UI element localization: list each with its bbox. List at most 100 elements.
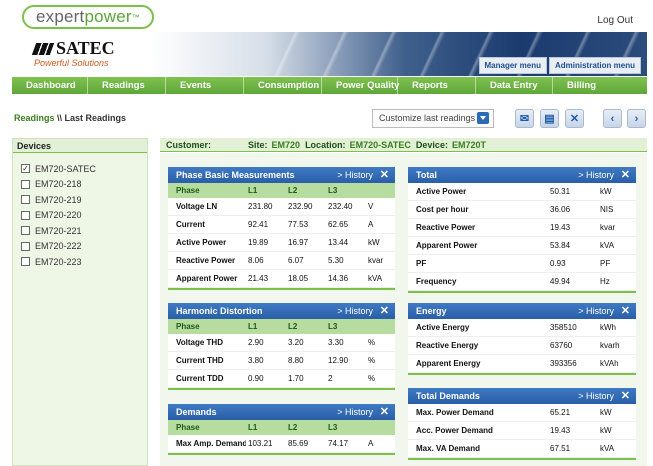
site-label: Site: <box>248 140 268 150</box>
device-item[interactable]: EM720-223 <box>13 254 147 270</box>
device-item[interactable]: ✓ EM720-SATEC <box>13 161 147 177</box>
chevron-left-icon: ‹ <box>610 112 615 125</box>
expertpower-logo[interactable]: expert power ™ <box>22 5 154 29</box>
close-icon[interactable]: ✕ <box>380 404 389 420</box>
column-header: Phase <box>176 186 200 195</box>
panel-title: Phase Basic Measurements <box>176 170 295 180</box>
column-header: L3 <box>328 322 338 331</box>
row-label: Cost per hour <box>416 205 469 214</box>
row-value: 12.90 <box>328 356 349 365</box>
row-label: Apparent Energy <box>416 359 481 368</box>
nav-billing[interactable]: Billing <box>553 77 647 94</box>
manager-menu-tab[interactable]: Manager menu <box>478 57 547 74</box>
column-header-row: Phase L1 L2 L3 <box>168 319 395 334</box>
row-value: 67.51 <box>550 444 571 453</box>
row-value: 16.97 <box>288 238 309 247</box>
row-unit: kW <box>600 426 612 435</box>
row-value: 231.80 <box>248 202 273 211</box>
customize-readings-select[interactable]: Customize last readings <box>372 109 494 128</box>
history-link[interactable]: > History <box>578 388 614 404</box>
row-value: 3.80 <box>248 356 264 365</box>
column-header: L1 <box>248 322 258 331</box>
device-checkbox[interactable] <box>21 257 30 267</box>
logout-link[interactable]: Log Out <box>597 15 633 26</box>
column-header: L2 <box>288 322 298 331</box>
device-checkbox[interactable] <box>21 226 30 236</box>
nav-data-entry[interactable]: Data Entry <box>476 77 553 94</box>
device-checkbox[interactable] <box>21 179 30 189</box>
device-item[interactable]: EM720-219 <box>13 192 147 208</box>
nav-events[interactable]: Events <box>166 77 244 94</box>
row-value: 103.21 <box>248 439 273 448</box>
close-icon[interactable]: ✕ <box>621 167 630 183</box>
row-value: 358510 <box>550 323 577 332</box>
row-value: 232.40 <box>328 202 353 211</box>
history-link[interactable]: > History <box>337 303 373 319</box>
row-label: Current <box>176 220 205 229</box>
administration-menu-tab[interactable]: Administration menu <box>548 57 641 74</box>
table-row: Max. Power Demand 65.21 kW <box>408 404 636 422</box>
column-header: L2 <box>288 423 298 432</box>
email-button[interactable]: ✉ <box>515 109 534 128</box>
row-unit: A <box>368 220 374 229</box>
row-label: Apparent Power <box>176 274 238 283</box>
row-label: Max. Power Demand <box>416 408 494 417</box>
export-excel-button[interactable]: ✕ <box>565 109 584 128</box>
column-header-row: Phase L1 L2 L3 <box>168 420 395 435</box>
row-value: 0.93 <box>550 259 566 268</box>
row-label: Reactive Power <box>176 256 236 265</box>
panel-harmonic: Harmonic Distortion > History ✕ Phase L1 L2 L3… <box>168 303 395 390</box>
row-label: Active Power <box>416 187 467 196</box>
device-item[interactable]: EM720-221 <box>13 223 147 239</box>
row-value: 19.43 <box>550 223 571 232</box>
prev-button[interactable]: ‹ <box>603 109 622 128</box>
history-link[interactable]: > History <box>578 303 614 319</box>
device-name: EM720-223 <box>35 256 82 267</box>
device-label: Device: <box>415 140 448 150</box>
device-checkbox[interactable] <box>21 210 30 220</box>
close-icon[interactable]: ✕ <box>621 303 630 319</box>
row-value: 19.43 <box>550 426 571 435</box>
row-label: Max. VA Demand <box>416 444 481 453</box>
close-icon[interactable]: ✕ <box>380 167 389 183</box>
panel-header: Phase Basic Measurements > History ✕ <box>168 167 395 183</box>
print-button[interactable]: ▤ <box>540 109 559 128</box>
row-value: 18.05 <box>288 274 309 283</box>
nav-dashboard[interactable]: Dashboard <box>12 77 88 94</box>
row-value: 21.43 <box>248 274 269 283</box>
table-row: Acc. Power Demand 19.43 kW <box>408 422 636 440</box>
device-item[interactable]: EM720-222 <box>13 239 147 255</box>
row-value: 3.20 <box>288 338 304 347</box>
row-unit: kVA <box>368 274 383 283</box>
row-unit: kW <box>368 238 380 247</box>
device-name: EM720-220 <box>35 210 82 221</box>
device-item[interactable]: EM720-218 <box>13 177 147 193</box>
nav-reports[interactable]: Reports <box>398 77 476 94</box>
history-link[interactable]: > History <box>337 167 373 183</box>
row-unit: % <box>368 374 376 383</box>
device-item[interactable]: EM720-220 <box>13 208 147 224</box>
table-row: Active Power 50.31 kW <box>408 183 636 201</box>
row-unit: % <box>368 338 376 347</box>
table-row: Frequency 49.94 Hz <box>408 273 636 291</box>
device-checkbox[interactable]: ✓ <box>21 164 30 174</box>
next-button[interactable]: › <box>627 109 646 128</box>
device-checkbox[interactable] <box>21 195 30 205</box>
breadcrumb-readings[interactable]: Readings <box>14 113 55 123</box>
row-unit: PF <box>600 259 611 268</box>
device-checkbox[interactable] <box>21 241 30 251</box>
nav-consumption[interactable]: Consumption <box>244 77 322 94</box>
device-name: EM720-221 <box>35 225 82 236</box>
nav-readings[interactable]: Readings <box>88 77 166 94</box>
close-icon[interactable]: ✕ <box>380 303 389 319</box>
panel-header: Energy > History ✕ <box>408 303 636 319</box>
column-header: L1 <box>248 186 258 195</box>
row-label: Apparent Power <box>416 241 478 250</box>
history-link[interactable]: > History <box>337 404 373 420</box>
row-label: Reactive Energy <box>416 341 479 350</box>
row-value: 8.06 <box>248 256 264 265</box>
history-link[interactable]: > History <box>578 167 614 183</box>
row-value: 63760 <box>550 341 573 350</box>
close-icon[interactable]: ✕ <box>621 388 630 404</box>
nav-power-quality[interactable]: Power Quality <box>322 77 399 94</box>
